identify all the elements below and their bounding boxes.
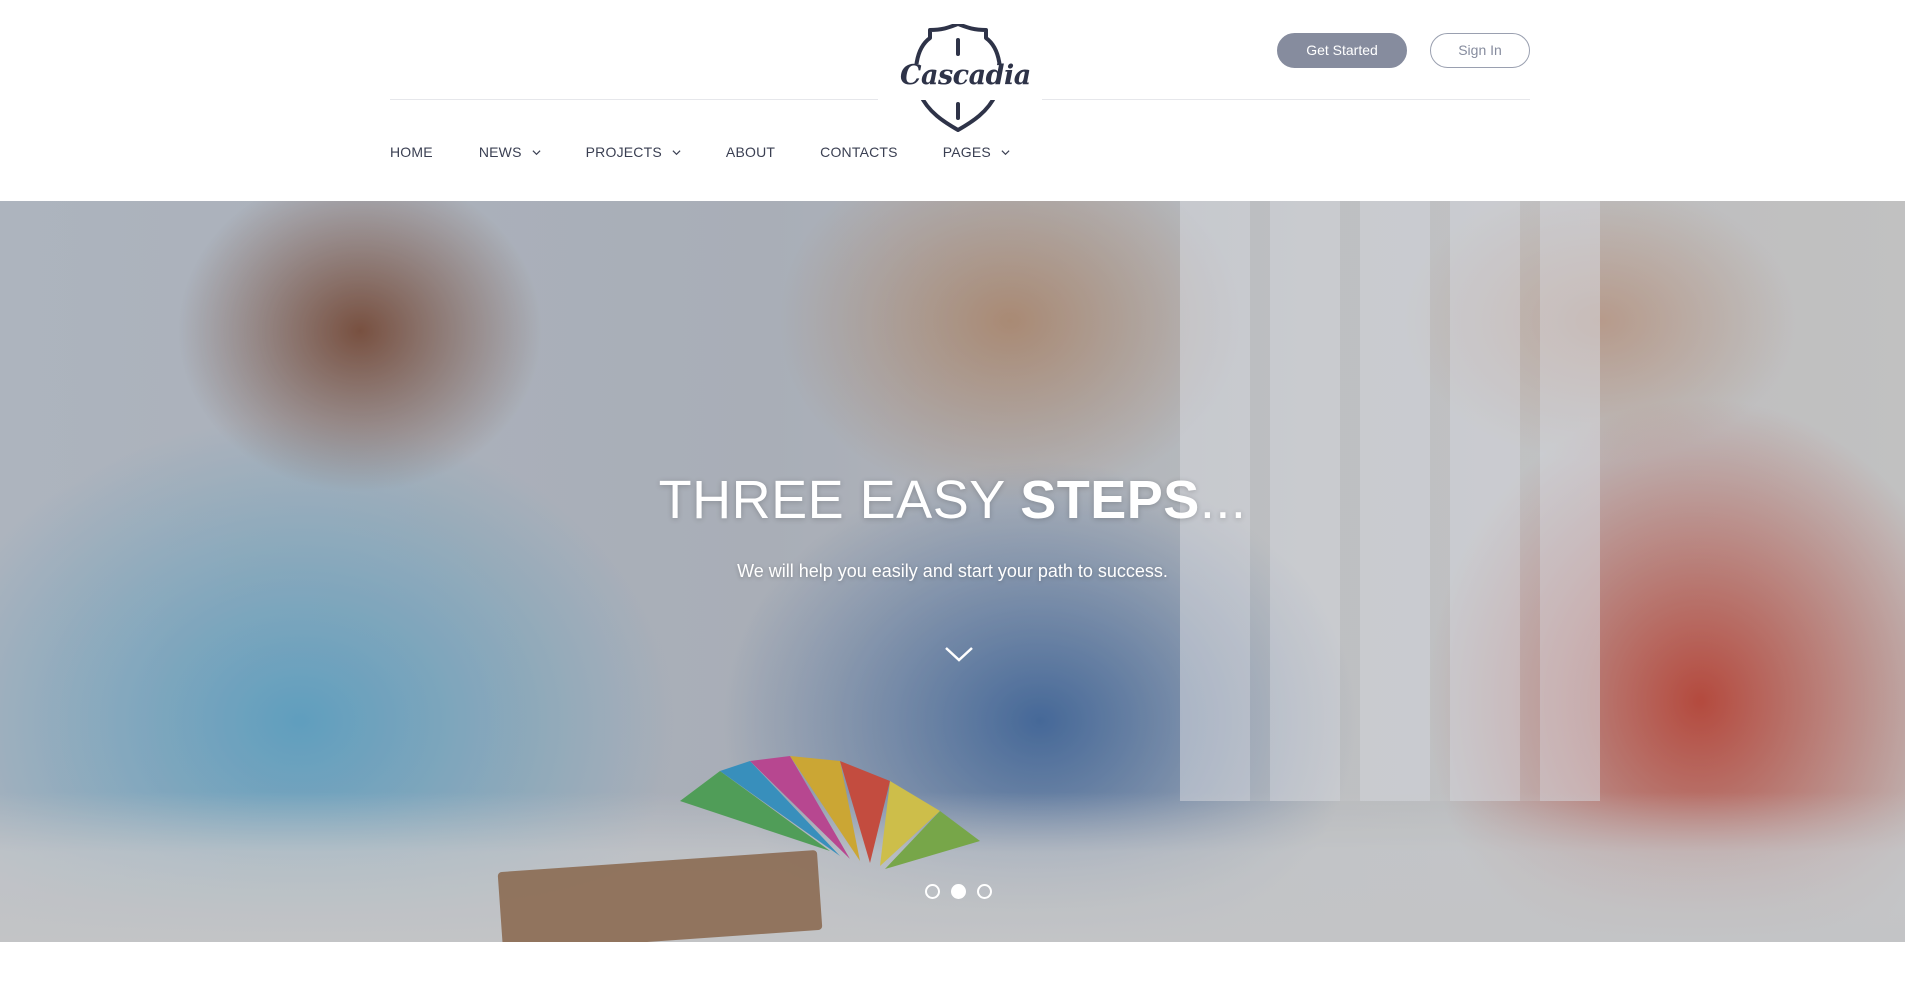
hero-title: THREE EASY STEPS... [0,470,1905,530]
nav-item-label: CONTACTS [820,144,898,160]
slider-pagination [925,884,995,900]
chevron-down-icon [672,149,681,155]
nav-item-label: PAGES [942,144,991,160]
slider-dot-3[interactable] [977,884,992,899]
nav-item-pages[interactable]: PAGES [943,144,1010,160]
nav-item-home[interactable]: HOME [390,144,433,160]
nav-item-about[interactable]: ABOUT [726,144,775,160]
nav-item-projects[interactable]: PROJECTS [586,144,681,160]
nav-item-label: HOME [390,144,433,160]
get-started-button[interactable]: Get Started [1277,33,1407,68]
slider-dot-1[interactable] [925,884,940,899]
chevron-down-icon [1001,149,1010,155]
logo-wordmark: Cascadia [900,60,1031,91]
sign-in-button[interactable]: Sign In [1430,33,1530,68]
nav-item-label: NEWS [478,144,522,160]
chevron-down-icon [532,149,541,155]
site-logo[interactable]: Cascadia [900,22,1031,134]
hero-title-suffix: ... [1199,470,1247,530]
hero-slider: THREE EASY STEPS... We will help you eas… [0,201,1905,942]
hero-title-bold: STEPS [1020,470,1200,530]
site-header: Cascadia Get Started Sign In HOME NEWS P… [0,0,1905,201]
hero-subtitle: We will help you easily and start your p… [737,561,1168,581]
nav-item-label: ABOUT [725,144,776,160]
header-divider-right [1042,99,1530,100]
hero-title-light: THREE EASY [658,470,1021,530]
main-nav: HOME NEWS PROJECTS ABOUT CONTACTS PAGES [390,142,1055,162]
nav-item-news[interactable]: NEWS [479,144,541,160]
nav-item-contacts[interactable]: CONTACTS [820,144,898,160]
slider-dot-2[interactable] [951,884,966,899]
header-divider-left [390,99,878,100]
chevron-down-icon[interactable] [944,644,974,664]
nav-item-label: PROJECTS [585,144,662,160]
